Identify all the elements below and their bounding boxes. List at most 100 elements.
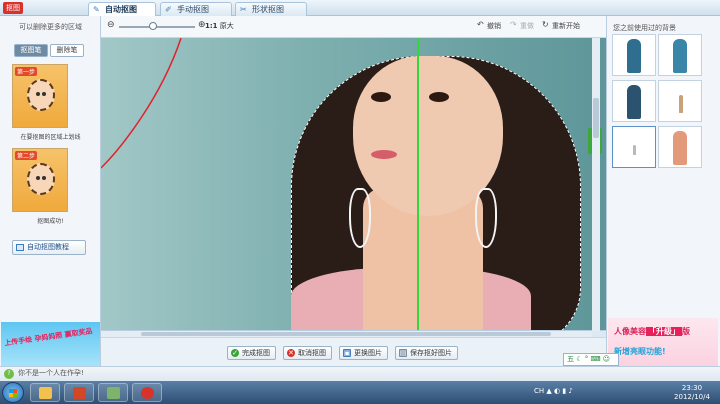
powerpoint-icon	[73, 387, 86, 399]
replace-label: 更换图片	[354, 349, 382, 357]
thumbnail-figure	[627, 39, 641, 73]
recent-backgrounds-title: 您之前使用过的背景	[613, 24, 676, 32]
finish-cutout-button[interactable]: ✓ 完成抠图	[227, 346, 276, 360]
replace-image-button[interactable]: ▣ 更换图片	[339, 346, 388, 360]
status-text: 你不是一个人在作孕!	[18, 369, 84, 377]
ad-text: 上传手绘 孕妈妈照 赢取奖品	[3, 327, 94, 348]
thumbnail-figure	[673, 131, 687, 165]
cancel-cutout-button[interactable]: ✕ 取消抠图	[283, 346, 332, 360]
background-thumbnail-selected[interactable]	[612, 126, 656, 168]
step2-example-image: 第二步	[12, 148, 68, 212]
zoom-suffix: 原大	[219, 22, 234, 30]
thumbnail-figure	[633, 145, 636, 155]
hint-text: 可以删除更多的区域	[19, 23, 82, 31]
image-icon: ▣	[343, 349, 351, 357]
taskbar-explorer[interactable]	[30, 383, 60, 402]
pen-icon: ✐	[165, 5, 172, 14]
red-brush-stroke	[101, 38, 182, 169]
baby-face	[27, 79, 55, 111]
action-bar: ✓ 完成抠图 ✕ 取消抠图 ▣ 更换图片 ▤ 保存抠好图片	[101, 337, 606, 366]
thumbnail-figure	[627, 85, 641, 119]
brush-icon: ✎	[93, 5, 100, 14]
clock[interactable]: 23:30 2012/10/4	[668, 384, 716, 402]
taskbar-meitu[interactable]	[132, 383, 162, 402]
promo-banner[interactable]: 人像美容 「升级」版 新增亮眼功能!	[608, 318, 718, 366]
save-icon: ▤	[399, 349, 407, 357]
taskbar-app[interactable]	[98, 383, 128, 402]
baby-face	[27, 163, 55, 195]
vertical-scrollbar[interactable]	[592, 38, 600, 331]
vertical-scroll-thumb[interactable]	[593, 98, 599, 138]
background-thumbnail[interactable]	[658, 34, 702, 76]
save-label: 保存抠好图片	[410, 349, 452, 357]
clock-date: 2012/10/4	[674, 393, 710, 401]
canvas-toolbar: ⊖ ⊕ 1:1 原大 ↶ 撤销 ↷ 重做 ↻ 重新开始	[101, 16, 606, 38]
tab-shape-cutout[interactable]: ✂ 形状抠图	[235, 2, 307, 16]
clock-time: 23:30	[681, 384, 703, 392]
tab-label: 形状抠图	[252, 5, 284, 14]
green-brush-stroke	[417, 38, 419, 330]
tab-manual-cutout[interactable]: ✐ 手动抠图	[160, 2, 232, 16]
tray-language: CH	[534, 387, 545, 395]
taskbar-powerpoint[interactable]	[64, 383, 94, 402]
restart-label: 重新开始	[552, 22, 580, 30]
restart-button[interactable]: ↻ 重新开始	[542, 21, 580, 31]
tab-auto-cutout[interactable]: ✎ 自动抠图	[88, 2, 156, 16]
redo-label: 重做	[520, 22, 534, 30]
title-bar: 抠图 ✎ 自动抠图 ✐ 手动抠图 ✂ 形状抠图	[0, 0, 720, 16]
image-canvas[interactable]	[101, 38, 606, 331]
auto-cutout-tutorial-button[interactable]: 自动抠图教程	[12, 240, 86, 255]
redo-button[interactable]: ↷ 重做	[510, 21, 534, 31]
tab-label: 自动抠图	[105, 5, 137, 14]
promo-title: 人像美容	[614, 327, 646, 336]
tab-label: 手动抠图	[177, 5, 209, 14]
promo-suffix: 版	[682, 327, 690, 336]
status-icon: ?	[4, 369, 14, 379]
status-bar: ? 你不是一个人在作孕!	[0, 366, 720, 381]
folder-icon	[39, 387, 52, 399]
app-title: 抠图	[3, 2, 23, 14]
save-cutout-button[interactable]: ▤ 保存抠好图片	[395, 346, 458, 360]
redo-icon: ↷	[510, 20, 517, 29]
shape-icon: ✂	[240, 5, 247, 14]
zoom-level[interactable]: 1:1 原大	[205, 21, 234, 31]
zoom-out-icon[interactable]: ⊖	[107, 21, 116, 30]
finish-label: 完成抠图	[242, 349, 270, 357]
undo-label: 撤销	[487, 22, 501, 30]
horizontal-scroll-thumb[interactable]	[141, 332, 551, 336]
tutorial-label: 自动抠图教程	[27, 243, 69, 251]
undo-icon: ↶	[477, 20, 484, 29]
step1-caption: 在要抠图的区域上划线	[20, 134, 81, 141]
erase-brush-button[interactable]: 删除笔	[50, 44, 84, 57]
background-thumbnail[interactable]	[658, 80, 702, 122]
background-thumbnail[interactable]	[658, 126, 702, 168]
zoom-slider-knob[interactable]	[149, 22, 157, 30]
zoom-ratio: 1:1	[205, 22, 218, 30]
start-button[interactable]	[2, 382, 24, 403]
tutorial-doc-icon	[16, 244, 24, 251]
background-thumbnail[interactable]	[612, 34, 656, 76]
check-icon: ✓	[231, 349, 239, 357]
right-panel: 您之前使用过的背景	[606, 16, 720, 366]
meitu-icon	[141, 387, 154, 399]
undo-button[interactable]: ↶ 撤销	[477, 21, 501, 31]
thumbnail-figure	[679, 95, 683, 113]
promo-line2: 新增亮眼功能!	[614, 347, 666, 356]
cancel-icon: ✕	[287, 349, 295, 357]
step1-example-image: 第一步	[12, 64, 68, 128]
step2-tag: 第二步	[15, 151, 38, 160]
cancel-label: 取消抠图	[298, 349, 326, 357]
cutout-brush-button[interactable]: 抠图笔	[14, 44, 48, 57]
system-tray[interactable]: CH ▲ ◐ ▮ ♪	[534, 387, 573, 395]
thumbnail-figure	[673, 39, 687, 73]
zoom-slider[interactable]	[119, 22, 195, 30]
left-panel: 可以删除更多的区域 抠图笔 删除笔 第一步 在要抠图的区域上划线 第二步 抠图成…	[0, 16, 101, 366]
ime-toolbar[interactable]: 五 ☾ ° ⌨ ☺ ✦	[563, 353, 619, 374]
background-thumbnail[interactable]	[612, 80, 656, 122]
promo-line1: 人像美容 「升级」版	[614, 326, 690, 337]
step1-tag: 第一步	[15, 67, 38, 76]
ime-label: 五	[567, 355, 574, 363]
taskbar: CH ▲ ◐ ▮ ♪ 23:30 2012/10/4	[0, 381, 720, 404]
ad-banner[interactable]: 上传手绘 孕妈妈照 赢取奖品	[1, 322, 100, 366]
refresh-icon: ↻	[542, 20, 549, 29]
